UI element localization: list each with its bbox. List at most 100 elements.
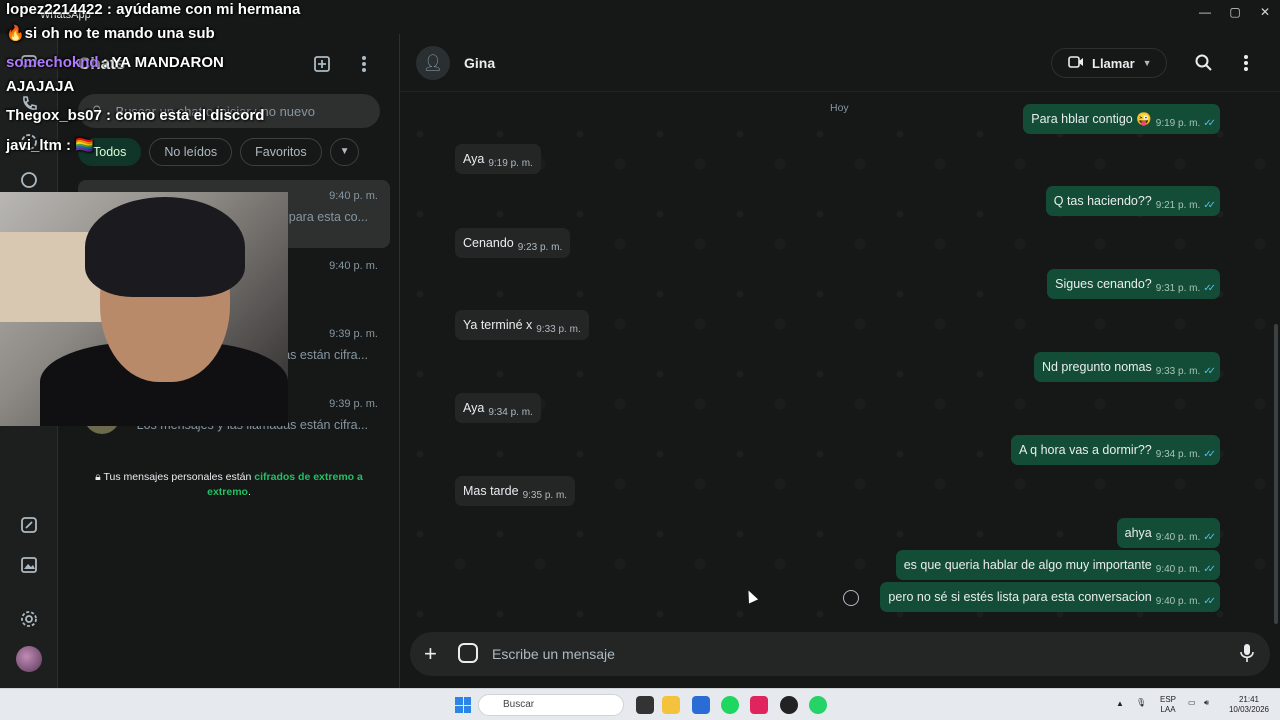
chat-time: 9:40 p. m. xyxy=(329,190,378,202)
stream-chat-user: lopez2214422 xyxy=(6,1,103,18)
maximize-button[interactable]: ▢ xyxy=(1220,2,1250,22)
search-icon[interactable] xyxy=(1192,51,1216,75)
message-time: 9:40 p. m. xyxy=(1155,596,1201,607)
stream-chat-text: : ayúdame con mi hermana xyxy=(106,1,301,18)
plus-icon[interactable]: + xyxy=(424,641,437,667)
message-text: Nd pregunto nomas xyxy=(1041,360,1152,374)
spotify-icon[interactable] xyxy=(721,696,739,714)
message-incoming[interactable]: Ya terminé x 9:33 p. m. xyxy=(455,310,589,340)
contact-avatar[interactable]: 👤︎ xyxy=(416,46,450,80)
message-incoming[interactable]: Aya 9:34 p. m. xyxy=(455,393,541,423)
conversation-panel: 👤︎ Gina Llamar ▼ Hoy Para hblar contigo … xyxy=(400,34,1280,688)
obs-icon[interactable] xyxy=(780,696,798,714)
message-time: 9:21 p. m. xyxy=(1155,200,1201,211)
webcam-person-hair xyxy=(85,197,245,297)
filter-more-chevron-down-icon[interactable]: ▼ xyxy=(329,138,360,166)
message-input[interactable] xyxy=(492,642,1192,666)
channels-icon[interactable] xyxy=(17,168,41,192)
sticker-icon[interactable] xyxy=(458,643,478,663)
scrollbar[interactable] xyxy=(1274,324,1278,624)
stream-chat-line: javi_ltm : 🏳️‍🌈 xyxy=(6,136,94,154)
stream-chat-user: javi_ltm xyxy=(6,137,62,154)
message-time: 9:19 p. m. xyxy=(1155,118,1201,129)
chevron-down-icon: ▼ xyxy=(1142,58,1152,68)
clock-date: 10/03/2026 xyxy=(1228,705,1270,714)
message-time: 9:34 p. m. xyxy=(488,407,533,418)
taskbar: Buscar ▲ 🎙︎ ESP LAA ▭ 🔊︎ 21:41 10/03/202… xyxy=(0,688,1280,720)
message-outgoing[interactable]: pero no sé si estés lista para esta conv… xyxy=(880,582,1220,612)
whatsapp-icon[interactable] xyxy=(809,696,827,714)
taskbar-search-label: Buscar xyxy=(503,699,535,710)
message-outgoing[interactable]: Para hblar contigo 😜 9:19 p. m. ✓✓ xyxy=(1023,104,1220,134)
read-ticks-icon: ✓✓ xyxy=(1203,118,1216,129)
chat-time: 9:39 p. m. xyxy=(329,398,378,410)
mic-icon[interactable] xyxy=(1240,643,1254,668)
chat-time: 9:40 p. m. xyxy=(329,260,378,272)
message-outgoing[interactable]: Nd pregunto nomas 9:33 p. m. ✓✓ xyxy=(1033,352,1220,382)
day-separator: Hoy xyxy=(830,102,849,114)
clock-time: 21:41 xyxy=(1238,695,1260,704)
language-indicator[interactable]: ESP LAA xyxy=(1160,695,1176,715)
message-text: ahya xyxy=(1124,526,1152,540)
message-time: 9:23 p. m. xyxy=(517,242,563,253)
close-button[interactable]: ✕ xyxy=(1250,2,1280,22)
network-icon[interactable]: ▭ xyxy=(1188,698,1196,708)
message-time: 9:19 p. m. xyxy=(488,158,533,169)
stream-chat-line: somechoknd : YA MANDARON xyxy=(6,54,224,71)
stream-chat-text: AJAJAJA xyxy=(6,78,75,95)
stream-chat-line: AJAJAJA xyxy=(6,78,74,95)
message-incoming[interactable]: Aya 9:19 p. m. xyxy=(455,144,541,174)
volume-icon[interactable]: 🔊︎ xyxy=(1204,698,1209,708)
menu-icon[interactable] xyxy=(1234,51,1258,75)
start-button[interactable] xyxy=(455,697,471,713)
lang-bottom: LAA xyxy=(1160,705,1176,714)
message-time: 9:35 p. m. xyxy=(522,490,568,501)
react-emoji-icon[interactable] xyxy=(843,590,859,606)
message-text: Cenando xyxy=(463,236,514,250)
filter-favorites[interactable]: Favoritos xyxy=(240,138,322,166)
menu-icon[interactable] xyxy=(352,52,376,76)
encryption-note: 🔒︎ Tus mensajes personales están cifrado… xyxy=(78,470,380,500)
settings-icon[interactable] xyxy=(17,607,41,631)
lock-icon: 🔒︎ xyxy=(95,471,104,483)
lang-top: ESP xyxy=(1160,695,1177,704)
message-text: Para hblar contigo 😜 xyxy=(1031,112,1152,126)
store-icon[interactable] xyxy=(692,696,710,714)
stream-chat-text: 🔥si oh no te mando una sub xyxy=(6,25,215,42)
stream-chat-line: Thegox_bs07 : como esta el discord xyxy=(6,107,264,124)
chevron-up-icon[interactable]: ▲ xyxy=(1116,699,1124,709)
message-time: 9:40 p. m. xyxy=(1155,532,1201,543)
message-outgoing[interactable]: A q hora vas a dormir?? 9:34 p. m. ✓✓ xyxy=(1011,435,1220,465)
read-ticks-icon: ✓✓ xyxy=(1203,449,1216,460)
task-view-icon[interactable] xyxy=(636,696,654,714)
minimize-button[interactable]: — xyxy=(1190,2,1220,22)
message-outgoing[interactable]: es que queria hablar de algo muy importa… xyxy=(895,550,1220,580)
new-status-icon[interactable] xyxy=(17,513,41,537)
message-outgoing[interactable]: Sigues cenando? 9:31 p. m. ✓✓ xyxy=(1047,269,1220,299)
tiktok-icon[interactable] xyxy=(750,696,768,714)
profile-avatar[interactable] xyxy=(16,646,42,672)
filter-unread[interactable]: No leídos xyxy=(149,138,233,166)
message-outgoing[interactable]: Q tas haciendo?? 9:21 p. m. ✓✓ xyxy=(1045,186,1220,216)
new-chat-icon[interactable] xyxy=(310,52,334,76)
message-incoming[interactable]: Mas tarde 9:35 p. m. xyxy=(455,476,576,506)
encryption-end: . xyxy=(247,486,251,498)
chat-time: 9:39 p. m. xyxy=(329,328,378,340)
message-time: 9:31 p. m. xyxy=(1155,283,1201,294)
contact-name[interactable]: Gina xyxy=(464,55,495,71)
message-text: es que queria hablar de algo muy importa… xyxy=(903,558,1152,572)
media-icon[interactable] xyxy=(17,553,41,577)
file-explorer-icon[interactable] xyxy=(662,696,680,714)
call-button[interactable]: Llamar ▼ xyxy=(1051,48,1167,78)
message-text: Mas tarde xyxy=(463,484,519,498)
read-ticks-icon: ✓✓ xyxy=(1203,366,1216,377)
message-text: Q tas haciendo?? xyxy=(1053,194,1152,208)
taskbar-search[interactable]: Buscar xyxy=(478,694,624,716)
message-time: 9:40 p. m. xyxy=(1155,564,1201,575)
message-incoming[interactable]: Cenando 9:23 p. m. xyxy=(455,228,571,258)
stream-chat-line: lopez2214422 : ayúdame con mi hermana xyxy=(6,1,300,18)
read-ticks-icon: ✓✓ xyxy=(1203,283,1216,294)
mic-tray-icon[interactable]: 🎙︎ xyxy=(1136,698,1146,708)
clock[interactable]: 21:41 10/03/2026 xyxy=(1226,695,1272,715)
message-outgoing[interactable]: ahya 9:40 p. m. ✓✓ xyxy=(1116,518,1220,548)
